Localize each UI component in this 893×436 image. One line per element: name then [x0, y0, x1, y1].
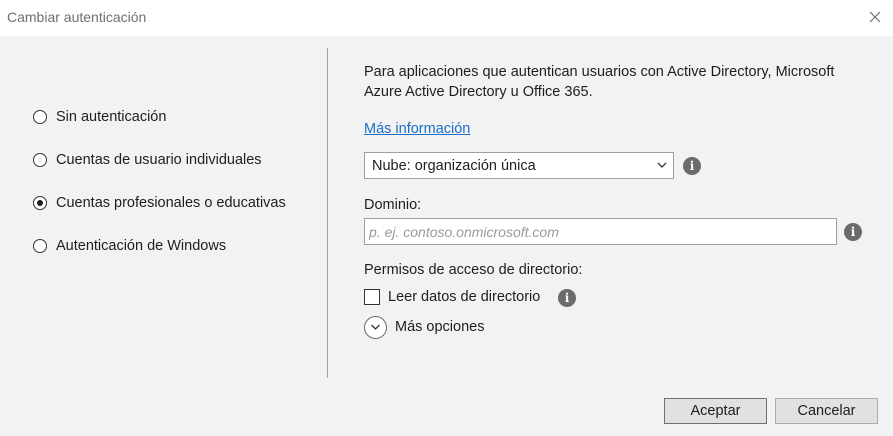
radio-label: Autenticación de Windows [56, 238, 227, 254]
radio-label: Cuentas profesionales o educativas [56, 195, 286, 211]
chevron-down-icon [657, 162, 667, 168]
radio-label: Sin autenticación [56, 109, 167, 125]
radio-label: Cuentas de usuario individuales [56, 152, 262, 168]
tenant-type-select[interactable]: Nube: organización única [364, 152, 674, 179]
radio-button[interactable] [33, 239, 47, 253]
directory-permissions-label: Permisos de acceso de directorio: [364, 262, 583, 278]
radio-windows-authentication[interactable]: Autenticación de Windows [33, 236, 226, 256]
radio-no-authentication[interactable]: Sin autenticación [33, 107, 166, 127]
accept-button[interactable]: Aceptar [664, 398, 767, 424]
close-icon [869, 11, 881, 23]
more-options-label: Más opciones [395, 319, 485, 335]
radio-button[interactable] [33, 110, 47, 124]
read-directory-checkbox[interactable] [364, 289, 380, 305]
radio-work-school-accounts[interactable]: Cuentas profesionales o educativas [33, 193, 286, 213]
vertical-divider [327, 48, 328, 378]
change-authentication-dialog: Cambiar autenticación Sin autenticación … [0, 0, 893, 436]
radio-individual-accounts[interactable]: Cuentas de usuario individuales [33, 150, 262, 170]
radio-button[interactable] [33, 153, 47, 167]
more-options-toggle[interactable]: Más opciones [364, 315, 484, 339]
chevron-down-icon [371, 324, 380, 330]
info-icon[interactable]: i [558, 289, 576, 307]
checkbox-label: Leer datos de directorio [388, 289, 541, 305]
cancel-button[interactable]: Cancelar [775, 398, 878, 424]
read-directory-data-option[interactable]: Leer datos de directorio [364, 288, 540, 306]
domain-label: Dominio: [364, 197, 422, 213]
expand-circle-icon[interactable] [364, 315, 387, 339]
info-icon[interactable]: i [683, 157, 701, 175]
domain-input[interactable] [364, 218, 837, 245]
info-icon[interactable]: i [844, 223, 862, 241]
radio-button-selected[interactable] [33, 196, 47, 210]
close-button[interactable] [863, 5, 887, 29]
title-bar: Cambiar autenticación [0, 0, 893, 36]
auth-description: Para aplicaciones que autentican usuario… [364, 64, 835, 100]
dialog-title: Cambiar autenticación [7, 9, 147, 25]
more-info-link[interactable]: Más información [364, 121, 470, 137]
tenant-type-value: Nube: organización única [372, 158, 536, 174]
